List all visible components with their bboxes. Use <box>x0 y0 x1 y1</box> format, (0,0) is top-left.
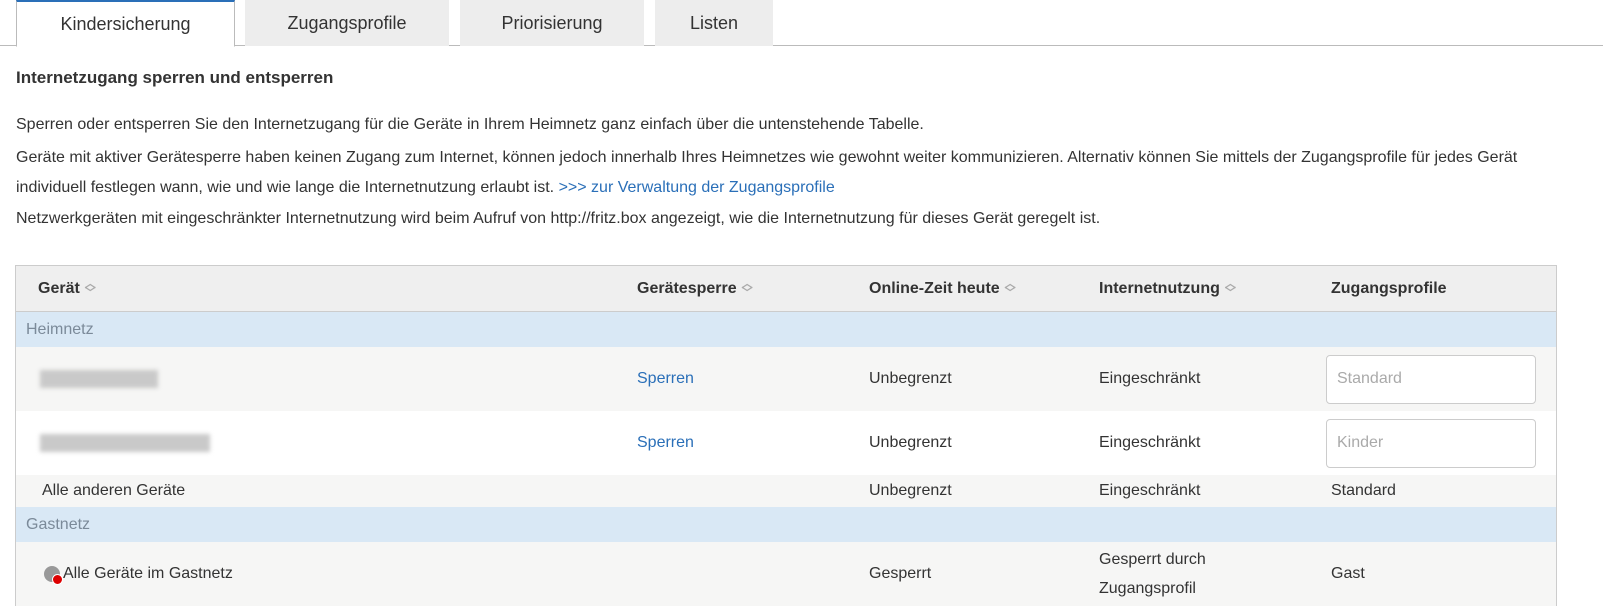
usage: Gesperrt durch Zugangsprofil <box>1099 551 1206 597</box>
blocked-globe-icon <box>44 566 63 585</box>
table-row: Alle anderen Geräte Unbegrenzt Eingeschr… <box>16 475 1556 507</box>
tab-kindersicherung[interactable]: Kindersicherung <box>16 0 235 47</box>
profile: Standard <box>1331 482 1396 499</box>
group-heimnetz: Heimnetz <box>16 312 1556 347</box>
header-label: Gerät <box>38 279 80 297</box>
profile: Gast <box>1331 565 1365 582</box>
usage: Eingeschränkt <box>1099 434 1201 451</box>
table-row: Alle Geräte im Gastnetz Gesperrt Gesperr… <box>16 542 1556 606</box>
online-time: Unbegrenzt <box>869 370 952 387</box>
sort-icon: ︿ ﹀ <box>84 277 96 299</box>
lock-link[interactable]: Sperren <box>637 434 694 452</box>
group-label: Gastnetz <box>26 515 91 533</box>
device-name-redacted <box>40 370 158 388</box>
intro-text: Sperren oder entsperren Sie den Internet… <box>16 116 924 133</box>
tab-listen[interactable]: Listen <box>655 0 773 46</box>
device-name-redacted <box>40 434 210 452</box>
group-label: Heimnetz <box>26 320 94 338</box>
online-time: Unbegrenzt <box>869 434 952 451</box>
header-label: Online-Zeit heute <box>869 279 1000 297</box>
tab-bar: Kindersicherung Zugangsprofile Priorisie… <box>0 0 1603 47</box>
usage: Eingeschränkt <box>1099 482 1201 499</box>
header-label: Gerätesperre <box>637 279 737 297</box>
page-title: Internetzugang sperren und entsperren <box>16 68 334 87</box>
sort-usage[interactable]: Internetnutzung ︿ ﹀ <box>1099 266 1236 311</box>
device-name: Alle anderen Geräte <box>42 482 186 499</box>
info-text: Netzwerkgeräten mit eingeschränkter Inte… <box>16 210 1101 227</box>
sort-icon: ︿ ﹀ <box>1004 277 1016 299</box>
sort-icon: ︿ ﹀ <box>1224 277 1236 299</box>
sort-icon: ︿ ﹀ <box>741 277 753 299</box>
description-text: Geräte mit aktiver Gerätesperre haben ke… <box>16 143 1591 203</box>
header-label: Internetnutzung <box>1099 279 1220 297</box>
online-time: Gesperrt <box>869 565 932 582</box>
profile-select[interactable]: Standard <box>1326 354 1536 404</box>
online-time: Unbegrenzt <box>869 482 952 499</box>
header-profiles: Zugangsprofile <box>1331 279 1447 297</box>
profile-select[interactable]: Kinder <box>1326 418 1536 468</box>
lock-link[interactable]: Sperren <box>637 370 694 388</box>
sort-online[interactable]: Online-Zeit heute ︿ ﹀ <box>869 266 1016 311</box>
tab-zugangsprofile[interactable]: Zugangsprofile <box>245 0 449 46</box>
group-gastnetz: Gastnetz <box>16 507 1556 542</box>
table-row: Sperren Unbegrenzt Eingeschränkt Standar… <box>16 347 1556 411</box>
sort-device[interactable]: Gerät ︿ ﹀ <box>38 266 96 311</box>
profiles-link[interactable]: >>> zur Verwaltung der Zugangsprofile <box>559 179 835 196</box>
sort-lock[interactable]: Gerätesperre ︿ ﹀ <box>637 266 753 311</box>
tab-priorisierung[interactable]: Priorisierung <box>460 0 644 46</box>
table-row: Sperren Unbegrenzt Eingeschränkt Kinder <box>16 411 1556 475</box>
table-header: Gerät ︿ ﹀ Gerätesperre ︿ ﹀ Online-Zeit heute… <box>16 266 1556 312</box>
usage: Eingeschränkt <box>1099 370 1201 387</box>
device-name: Alle Geräte im Gastnetz <box>63 565 233 582</box>
devices-table: Gerät ︿ ﹀ Gerätesperre ︿ ﹀ Online-Zeit heute… <box>15 265 1557 606</box>
